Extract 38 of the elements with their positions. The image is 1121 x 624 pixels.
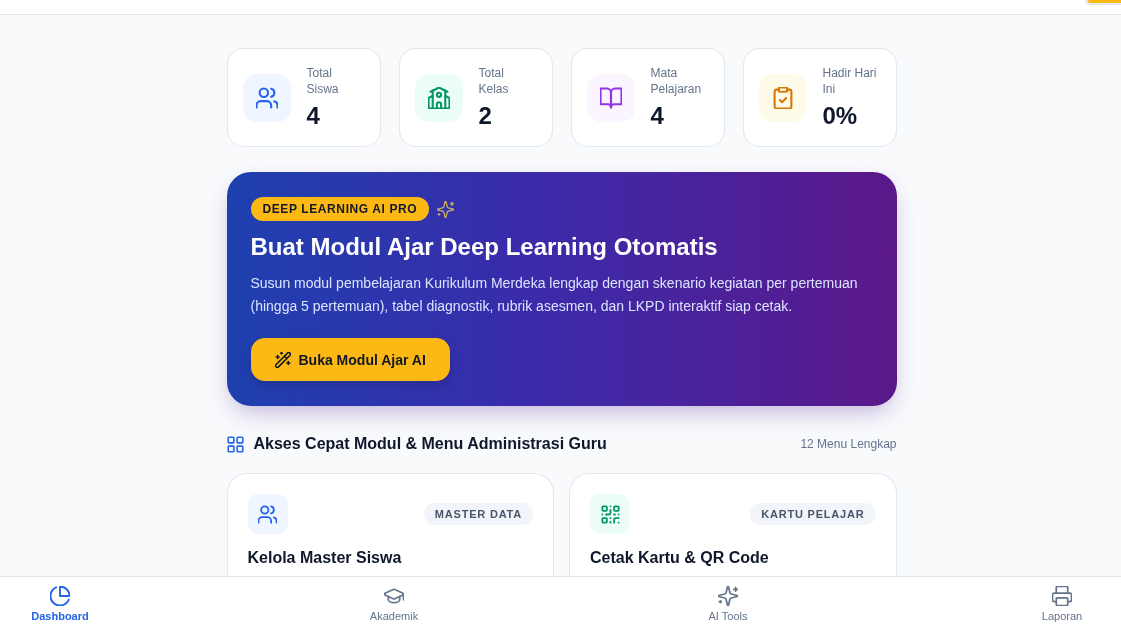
sparkle-icon: [437, 200, 455, 218]
stat-label: Total Kelas: [478, 65, 510, 97]
open-module-button[interactable]: Buka Modul Ajar AI: [250, 338, 450, 381]
stat-value: 4: [650, 102, 664, 130]
nav-tab[interactable]: Akademik: [362, 577, 426, 624]
clipboard-check-icon: [758, 73, 807, 122]
users-icon: [247, 494, 288, 534]
grid-icon: [226, 435, 244, 453]
open-book-icon: [586, 73, 635, 122]
menu-title: Cetak Kartu & QR Code: [590, 548, 770, 568]
stat-value: 0%: [822, 102, 858, 130]
category-tag: MASTER DATA: [423, 503, 533, 525]
avatar-icon[interactable]: [1085, 0, 1121, 5]
banner-title: Buat Modul Ajar Deep Learning Otomatis: [250, 232, 719, 262]
section-title: Akses Cepat Modul & Menu Administrasi Guru: [253, 435, 607, 453]
category-tag: KARTU PELAJAR: [750, 503, 876, 525]
stat-value: 4: [306, 102, 320, 130]
menu-card[interactable]: KARTU PELAJAR Cetak Kartu & QR Code: [569, 473, 897, 576]
graduation-cap-icon: [384, 586, 404, 606]
menu-title: Kelola Master Siswa: [247, 548, 403, 568]
banner-badge: DEEP LEARNING AI PRO: [250, 197, 430, 221]
users-icon: [242, 73, 291, 122]
magic-wand-icon: [274, 351, 291, 368]
sparkles-icon: [718, 586, 738, 606]
printer-icon: [1052, 586, 1072, 606]
stat-label: Total Siswa: [306, 65, 340, 97]
nav-tab[interactable]: Laporan: [1030, 577, 1094, 624]
stat-value: 2: [478, 102, 492, 130]
nav-tab[interactable]: Dashboard: [28, 577, 92, 624]
menu-card[interactable]: MASTER DATA Kelola Master Siswa: [226, 473, 554, 576]
stat-label: Mata Pelajaran: [650, 65, 703, 97]
nav-tab[interactable]: AI Tools: [696, 577, 760, 624]
stat-label: Hadir Hari Ini: [822, 65, 878, 97]
banner-description: Susun modul pembelajaran Kurikulum Merdeka lengkap dengan skenario kegiatan per pertemuan (hingga 5 pertemuan), tabel diagnostik, rubrik asesmen, dan LKPD interaktif siap cetak.: [250, 274, 859, 316]
pie-chart-icon: [50, 586, 70, 606]
menu-count: 12 Menu Lengkap: [800, 437, 897, 451]
qr-code-icon: [590, 494, 630, 534]
school-building-icon: [414, 73, 463, 122]
